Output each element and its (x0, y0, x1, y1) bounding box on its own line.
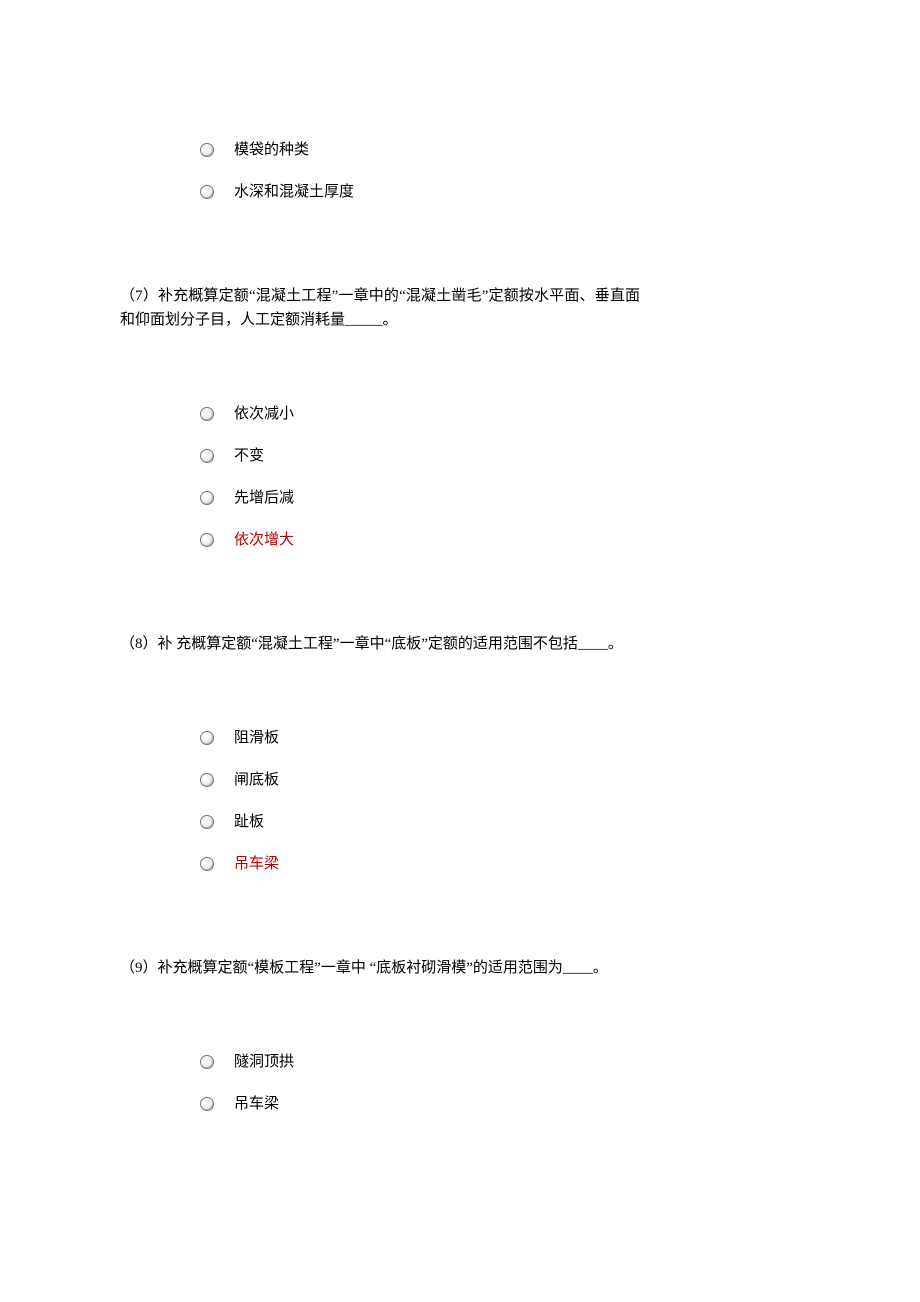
option-label: 模袋的种类 (234, 138, 309, 162)
option-row: 依次减小 (200, 402, 800, 426)
option-row: 吊车梁 (200, 1092, 800, 1116)
radio-icon[interactable] (200, 143, 214, 157)
option-label: 吊车梁 (234, 852, 279, 876)
option-label: 闸底板 (234, 768, 279, 792)
option-label: 依次减小 (234, 402, 294, 426)
option-label: 水深和混凝土厚度 (234, 180, 354, 204)
option-row: 趾板 (200, 810, 800, 834)
option-row: 不变 (200, 444, 800, 468)
option-label: 先增后减 (234, 486, 294, 510)
option-row: 依次增大 (200, 528, 800, 552)
option-label: 隧洞顶拱 (234, 1050, 294, 1074)
option-row: 吊车梁 (200, 852, 800, 876)
question-8-options: 阻滑板 闸底板 趾板 吊车梁 (200, 726, 800, 876)
option-row: 模袋的种类 (200, 138, 800, 162)
question-8-prompt: （8）补 充概算定额“混凝土工程”一章中“底板”定额的适用范围不包括____。 (120, 632, 640, 656)
radio-icon[interactable] (200, 731, 214, 745)
question-7-prompt: （7）补充概算定额“混凝土工程”一章中的“混凝土凿毛”定额按水平面、垂直面和仰面… (120, 284, 640, 332)
option-row: 阻滑板 (200, 726, 800, 750)
option-label: 不变 (234, 444, 264, 468)
option-label: 依次增大 (234, 528, 294, 552)
leading-options-group: 模袋的种类 水深和混凝土厚度 (200, 138, 800, 204)
question-9-prompt: （9）补充概算定额“模板工程”一章中 “底板衬砌滑模”的适用范围为____。 (120, 956, 640, 980)
radio-icon[interactable] (200, 815, 214, 829)
radio-icon[interactable] (200, 1055, 214, 1069)
question-9-options: 隧洞顶拱 吊车梁 (200, 1050, 800, 1116)
radio-icon[interactable] (200, 773, 214, 787)
option-label: 趾板 (234, 810, 264, 834)
option-row: 闸底板 (200, 768, 800, 792)
option-row: 隧洞顶拱 (200, 1050, 800, 1074)
option-row: 先增后减 (200, 486, 800, 510)
option-row: 水深和混凝土厚度 (200, 180, 800, 204)
option-label: 吊车梁 (234, 1092, 279, 1116)
radio-icon[interactable] (200, 449, 214, 463)
radio-icon[interactable] (200, 407, 214, 421)
radio-icon[interactable] (200, 857, 214, 871)
option-label: 阻滑板 (234, 726, 279, 750)
radio-icon[interactable] (200, 533, 214, 547)
question-7-options: 依次减小 不变 先增后减 依次增大 (200, 402, 800, 552)
radio-icon[interactable] (200, 185, 214, 199)
radio-icon[interactable] (200, 1097, 214, 1111)
radio-icon[interactable] (200, 491, 214, 505)
